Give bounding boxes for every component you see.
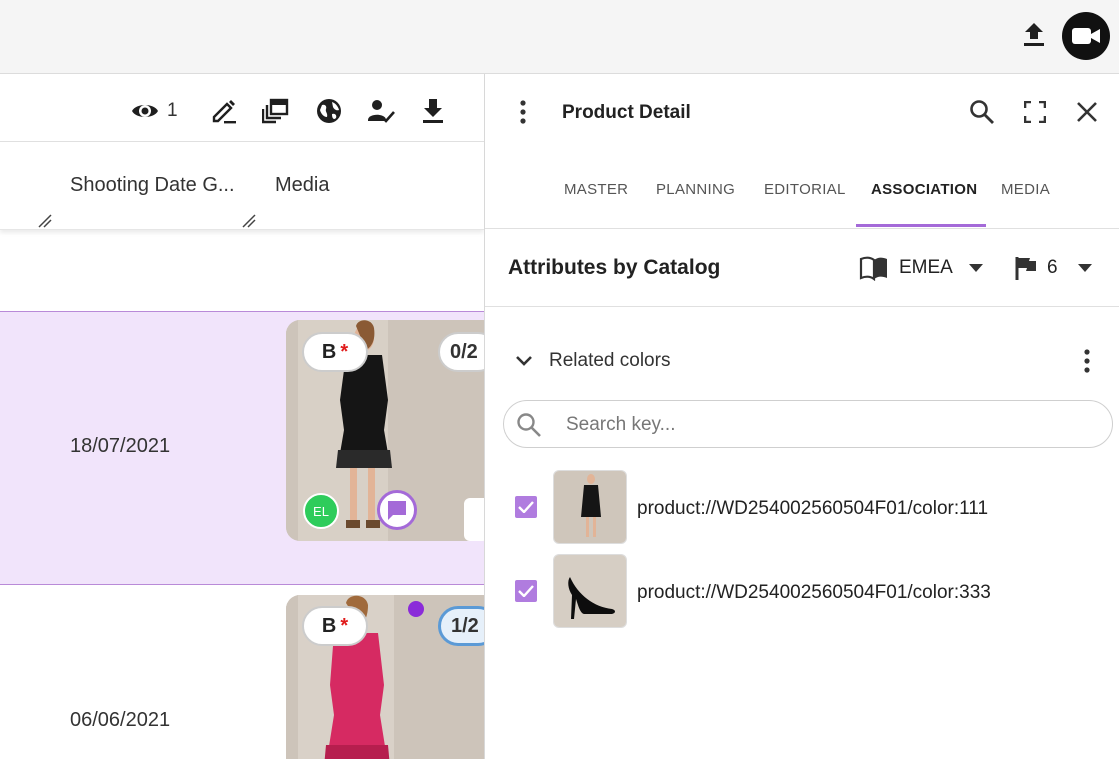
catalog-value: EMEA <box>899 257 953 278</box>
edit-button[interactable] <box>210 96 238 126</box>
top-bar <box>0 0 1119 74</box>
view-count-button[interactable]: 1 <box>131 96 178 126</box>
search-icon <box>970 100 994 124</box>
group-label: Related colors <box>549 350 671 371</box>
download-icon <box>423 99 443 123</box>
badge-letter: B <box>321 340 337 363</box>
comment-button[interactable] <box>377 490 417 530</box>
column-resize-handle[interactable] <box>242 214 256 228</box>
black-dress-thumbnail <box>554 471 626 543</box>
avatar[interactable]: EL <box>303 493 339 529</box>
column-resize-handle[interactable] <box>38 214 52 228</box>
media-count: 0/2 <box>450 340 478 363</box>
row-shooting-date: 18/07/2021 <box>70 435 171 457</box>
check-icon <box>518 585 534 597</box>
item-thumbnail <box>553 470 627 544</box>
product-grid: 1 Shooting Date G... Media 18/07/2021 B … <box>0 74 484 759</box>
tab-editorial[interactable]: EDITORIAL <box>764 181 846 198</box>
panel-header: Product Detail MASTER PLANNING EDITORIAL… <box>485 74 1119 229</box>
item-thumbnail <box>553 554 627 628</box>
column-header-row: Shooting Date G... Media <box>0 142 484 230</box>
tab-master[interactable]: MASTER <box>564 181 628 198</box>
item-checkbox[interactable] <box>515 496 537 518</box>
duplicate-button[interactable] <box>262 96 290 126</box>
list-item[interactable]: product://WD254002560504F01/color:111 <box>513 470 1113 546</box>
upload-icon <box>1024 23 1044 46</box>
fullscreen-button[interactable] <box>1017 94 1053 130</box>
flag-count: 6 <box>1047 257 1058 278</box>
status-dot <box>408 601 424 617</box>
more-vertical-icon <box>520 100 526 124</box>
item-checkbox[interactable] <box>515 580 537 602</box>
check-icon <box>518 501 534 513</box>
chevron-down-icon <box>968 264 983 272</box>
search-key-field <box>503 400 1113 448</box>
catalog-book-icon <box>859 256 887 281</box>
upload-button[interactable] <box>1018 20 1050 52</box>
library-copy-icon <box>262 98 289 124</box>
brand-badge[interactable]: B * <box>302 606 368 646</box>
group-more-button[interactable] <box>1069 343 1105 379</box>
globe-button[interactable] <box>315 96 343 126</box>
brand-badge[interactable]: B * <box>302 332 368 372</box>
search-icon <box>517 413 541 437</box>
search-key-input[interactable] <box>566 411 1086 439</box>
list-item[interactable]: product://WD254002560504F01/color:333 <box>513 554 1113 630</box>
media-count-badge[interactable]: 1/2 <box>438 606 484 646</box>
item-key: product://WD254002560504F01/color:111 <box>637 498 989 519</box>
flag-icon <box>1015 257 1036 280</box>
video-call-button[interactable] <box>1062 12 1110 60</box>
badge-letter: B <box>321 614 337 637</box>
search-button[interactable] <box>964 94 1000 130</box>
approve-button[interactable] <box>367 96 395 126</box>
row-shooting-date: 06/06/2021 <box>70 709 171 731</box>
flag-dropdown[interactable]: 6 <box>1015 251 1092 285</box>
attributes-header: Attributes by Catalog EMEA 6 <box>485 229 1119 307</box>
required-mark: * <box>340 340 349 363</box>
section-title: Attributes by Catalog <box>508 256 721 279</box>
tab-planning[interactable]: PLANNING <box>656 181 735 198</box>
required-mark: * <box>340 614 349 637</box>
view-count: 1 <box>167 100 178 121</box>
eye-icon <box>132 105 158 117</box>
comment-icon <box>388 501 406 520</box>
tab-media[interactable]: MEDIA <box>1001 181 1050 198</box>
tab-association[interactable]: ASSOCIATION <box>871 181 977 198</box>
avatar-initials: EL <box>313 503 329 519</box>
edit-icon <box>212 100 236 124</box>
user-check-icon <box>368 100 395 123</box>
item-key: product://WD254002560504F01/color:333 <box>637 582 991 603</box>
active-tab-indicator <box>856 224 986 227</box>
column-shooting-date[interactable]: Shooting Date G... <box>70 174 235 197</box>
close-icon <box>1077 102 1097 122</box>
product-detail-panel: Product Detail MASTER PLANNING EDITORIAL… <box>484 74 1119 759</box>
download-button[interactable] <box>419 96 447 126</box>
chevron-down-icon <box>516 356 532 366</box>
grid-toolbar: 1 <box>0 74 484 142</box>
more-menu-button[interactable] <box>505 94 541 130</box>
column-media[interactable]: Media <box>275 174 329 197</box>
globe-icon <box>317 99 341 123</box>
more-vertical-icon <box>1084 349 1090 373</box>
media-count-badge[interactable]: 0/2 <box>438 332 484 372</box>
black-heel-shoe-thumbnail <box>554 555 626 627</box>
chevron-down-icon <box>1077 264 1092 272</box>
fullscreen-icon <box>1024 101 1046 123</box>
media-count: 1/2 <box>451 614 479 637</box>
related-colors-toggle[interactable]: Related colors <box>515 349 670 373</box>
close-button[interactable] <box>1069 94 1105 130</box>
video-camera-icon <box>1072 28 1100 44</box>
catalog-dropdown[interactable]: EMEA <box>859 251 983 285</box>
panel-title: Product Detail <box>562 102 691 123</box>
